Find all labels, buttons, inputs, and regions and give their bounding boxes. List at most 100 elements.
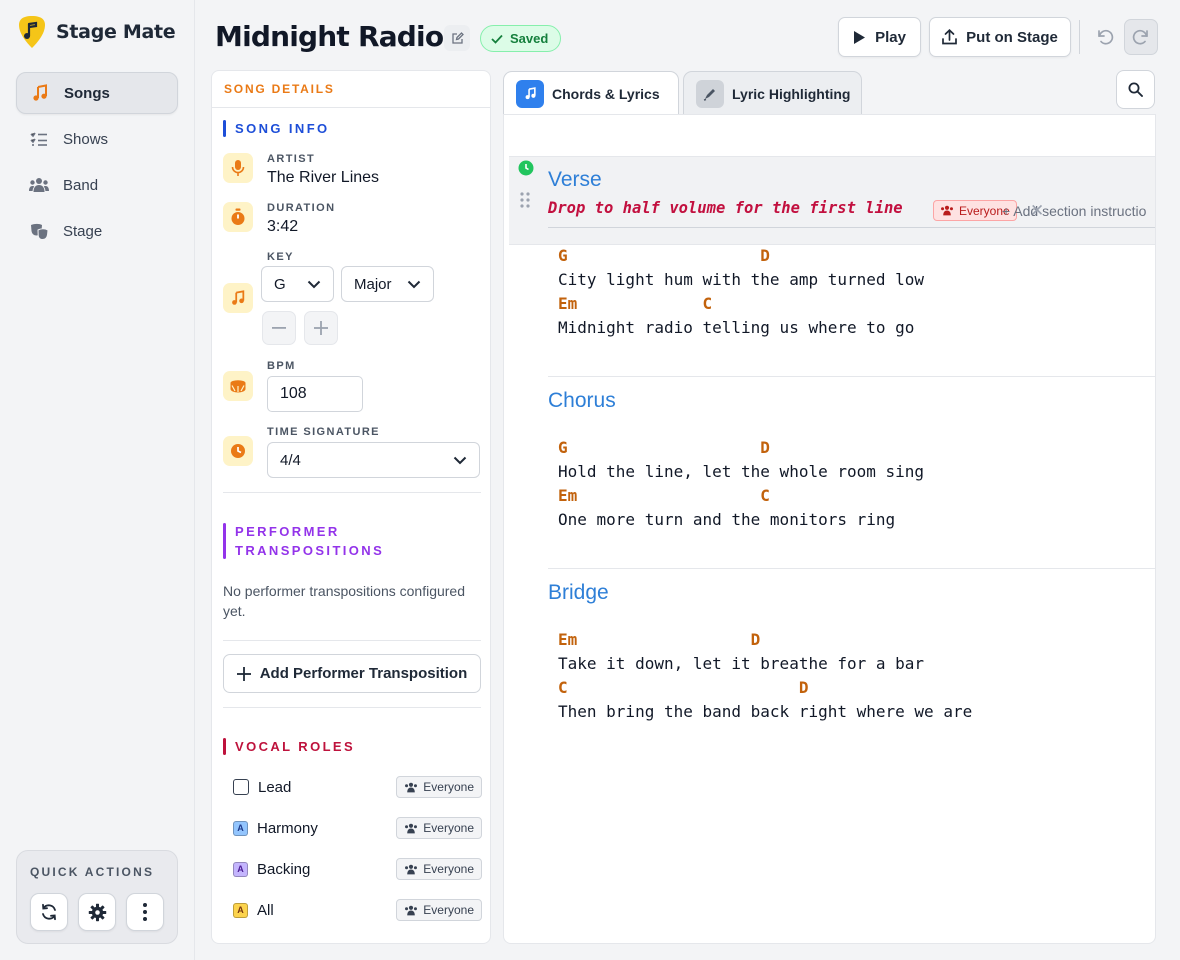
role-color-badge[interactable]: A [233,820,248,836]
microphone-icon [223,153,253,183]
role-color-badge[interactable]: A [233,861,248,877]
drum-icon [223,371,253,401]
people-icon [29,175,49,195]
gear-icon [88,903,106,921]
lyric-line[interactable]: Take it down, let it breathe for a bar [558,654,924,673]
section-title-chorus[interactable]: Chorus [548,389,616,413]
chevron-down-icon [307,280,321,288]
tab-lyric-highlighting[interactable]: Lyric Highlighting [683,71,862,115]
lyric-line[interactable]: Midnight radio telling us where to go [558,318,914,337]
divider [223,707,481,708]
role-label: Lead [258,778,292,796]
role-checkbox[interactable] [233,779,249,795]
lyric-line[interactable]: Hold the line, let the whole room sing [558,462,924,481]
people-icon [405,823,418,833]
settings-button[interactable] [78,893,116,931]
tab-label: Lyric Highlighting [732,85,851,102]
role-assignee-button[interactable]: Everyone [396,858,482,880]
undo-button[interactable] [1088,19,1122,55]
role-label: Backing [257,860,311,878]
role-assignee-button[interactable]: Everyone [396,776,482,798]
chords-lyrics-editor[interactable]: Verse Drop to half volume for the first … [503,114,1156,944]
app-name: Stage Mate [56,21,176,43]
redo-icon [1132,29,1148,45]
artist-value[interactable]: The River Lines [267,169,379,187]
transpose-down-button[interactable] [262,311,296,345]
role-row-harmony: A Harmony Everyone [233,817,482,839]
heading-line: PERFORMER [235,524,340,539]
guitar-pick-logo-icon [19,16,45,48]
role-row-lead: Lead Everyone [233,776,482,798]
divider [223,492,481,493]
chord-line[interactable]: G D [558,438,770,457]
people-icon [405,782,418,792]
bpm-label: BPM [267,360,296,372]
music-note-icon [30,83,50,103]
more-button[interactable] [126,893,164,931]
chord-line[interactable]: Em D [558,630,760,649]
put-on-stage-button[interactable]: Put on Stage [929,17,1071,57]
drag-handle-icon[interactable] [520,192,530,208]
key-select[interactable]: G [261,266,334,302]
stopwatch-icon [223,202,253,232]
check-icon [491,34,503,44]
section-title-bridge[interactable]: Bridge [548,581,609,605]
role-row-backing: A Backing Everyone [233,858,482,880]
chord-line[interactable]: Em C [558,486,770,505]
refresh-button[interactable] [30,893,68,931]
duration-label: DURATION [267,202,336,214]
mode-value: Major [354,275,392,293]
mode-select[interactable]: Major [341,266,434,302]
role-color-badge[interactable]: A [233,902,248,918]
transpose-up-button[interactable] [304,311,338,345]
assignee-label: Everyone [423,862,474,876]
duration-value[interactable]: 3:42 [267,218,298,236]
nav-item-stage[interactable]: Stage [16,210,178,252]
refresh-icon [42,903,56,921]
brand[interactable]: Stage Mate [18,15,176,49]
bpm-input[interactable] [267,376,363,412]
chevron-down-icon [407,280,421,288]
time-signature-select[interactable]: 4/4 [267,442,480,478]
performer-transpositions-heading: PERFORMER TRANSPOSITIONS [223,522,384,560]
play-button[interactable]: Play [838,17,921,57]
edit-icon [451,31,464,44]
nav-label: Songs [64,84,110,102]
section-title-verse[interactable]: Verse [548,168,602,192]
role-row-all: A All Everyone [233,899,482,921]
time-signature-label: TIME SIGNATURE [267,426,380,438]
lyric-line[interactable]: City light hum with the amp turned low [558,270,924,289]
role-assignee-button[interactable]: Everyone [396,899,482,921]
section-instruction[interactable]: Drop to half volume for the first line [548,199,903,217]
people-icon [405,864,418,874]
chord-line[interactable]: C D [558,678,808,697]
upload-icon [942,29,958,45]
undo-icon [1098,29,1114,45]
nav-item-shows[interactable]: Shows [16,118,178,160]
plus-icon [314,321,328,335]
lyric-line[interactable]: One more turn and the monitors ring [558,510,895,529]
close-icon[interactable]: ✕ [1030,201,1044,221]
search-icon [1128,82,1143,97]
nav-item-songs[interactable]: Songs [16,72,178,114]
page-title: Midnight Radio [215,20,444,53]
key-value: G [274,275,286,293]
redo-button[interactable] [1124,19,1158,55]
lyric-line[interactable]: Then bring the band back right where we … [558,702,972,721]
minus-icon [272,327,286,329]
saved-label: Saved [510,31,549,46]
play-label: Play [875,28,906,46]
heading-line: TRANSPOSITIONS [235,543,385,558]
nav-label: Stage [63,222,103,240]
tab-chords-lyrics[interactable]: Chords & Lyrics [503,71,679,115]
chord-line[interactable]: Em C [558,294,712,313]
add-performer-transposition-button[interactable]: Add Performer Transposition [223,654,481,693]
search-button[interactable] [1116,70,1155,109]
nav-item-band[interactable]: Band [16,164,178,206]
sidebar: Stage Mate Songs Shows Band Stage QUICK … [0,0,195,960]
add-section-instruction-button[interactable]: + Add section instructio [1002,203,1146,219]
people-icon [941,205,953,216]
edit-title-button[interactable] [444,25,470,51]
role-assignee-button[interactable]: Everyone [396,817,482,839]
chord-line[interactable]: G D [558,246,770,265]
